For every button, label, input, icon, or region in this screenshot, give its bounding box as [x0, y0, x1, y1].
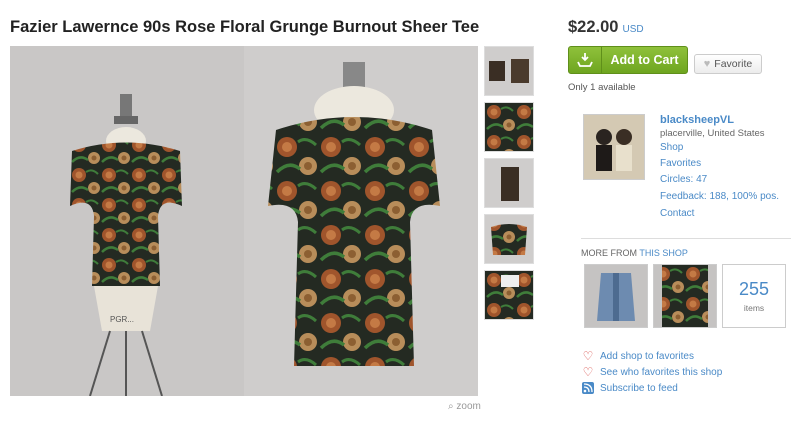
subscribe-label: Subscribe to feed: [600, 382, 678, 394]
feedback-link[interactable]: Feedback: 188, 100% pos.: [660, 191, 779, 202]
more-item-1[interactable]: [584, 264, 648, 328]
section-divider: [581, 238, 791, 239]
shop-avatar[interactable]: [583, 114, 645, 180]
items-label: items: [743, 303, 765, 313]
thumbnail-3[interactable]: [484, 158, 534, 208]
shop-items-count[interactable]: 255 items: [722, 264, 786, 328]
favorites-link[interactable]: Favorites: [660, 158, 701, 169]
add-favorites-label: Add shop to favorites: [600, 350, 694, 362]
price: $22.00 USD: [568, 18, 644, 37]
thumbnail-5[interactable]: [484, 270, 534, 320]
availability: Only 1 available: [568, 82, 636, 93]
shop-link[interactable]: Shop: [660, 142, 683, 153]
zoom-link[interactable]: ⌕ zoom: [448, 401, 481, 412]
mannequin-tag: PGR...: [110, 315, 134, 324]
circles-link[interactable]: Circles: 47: [660, 174, 707, 185]
price-value: $22.00: [568, 18, 619, 36]
cart-icon: [569, 47, 602, 73]
add-shop-favorites-link[interactable]: ♡ Add shop to favorites: [582, 349, 694, 363]
listing-title: Fazier Lawernce 90s Rose Floral Grunge B…: [10, 18, 480, 36]
items-count: 255: [738, 279, 770, 299]
this-shop-link[interactable]: THIS SHOP: [639, 248, 688, 258]
shop-name[interactable]: blacksheepVL: [660, 114, 734, 126]
rss-icon: [582, 382, 594, 394]
heart-icon: ♥: [703, 58, 711, 70]
more-from-heading: MORE FROM THIS SHOP: [581, 248, 688, 258]
add-to-cart-button[interactable]: Add to Cart: [568, 46, 688, 74]
main-product-image[interactable]: PGR...: [10, 46, 478, 396]
currency: USD: [622, 24, 644, 35]
zoom-label: zoom: [456, 401, 481, 412]
zoom-icon: ⌕: [448, 401, 454, 412]
thumbnail-4[interactable]: [484, 214, 534, 264]
heart-search-icon: ♡: [582, 365, 594, 379]
favorite-label: Favorite: [714, 58, 753, 70]
more-from-prefix: MORE FROM: [581, 248, 637, 258]
see-favorites-label: See who favorites this shop: [600, 366, 723, 378]
thumbnail-1[interactable]: [484, 46, 534, 96]
subscribe-feed-link[interactable]: Subscribe to feed: [582, 382, 678, 394]
thumbnail-strip: [484, 46, 534, 326]
heart-outline-icon: ♡: [582, 349, 594, 363]
shop-location: placerville, United States: [660, 128, 765, 139]
contact-link[interactable]: Contact: [660, 208, 694, 219]
more-item-2[interactable]: [653, 264, 717, 328]
add-to-cart-label: Add to Cart: [610, 53, 679, 67]
see-favorites-link[interactable]: ♡ See who favorites this shop: [582, 365, 723, 379]
thumbnail-2[interactable]: [484, 102, 534, 152]
favorite-button[interactable]: ♥ Favorite: [694, 54, 762, 74]
